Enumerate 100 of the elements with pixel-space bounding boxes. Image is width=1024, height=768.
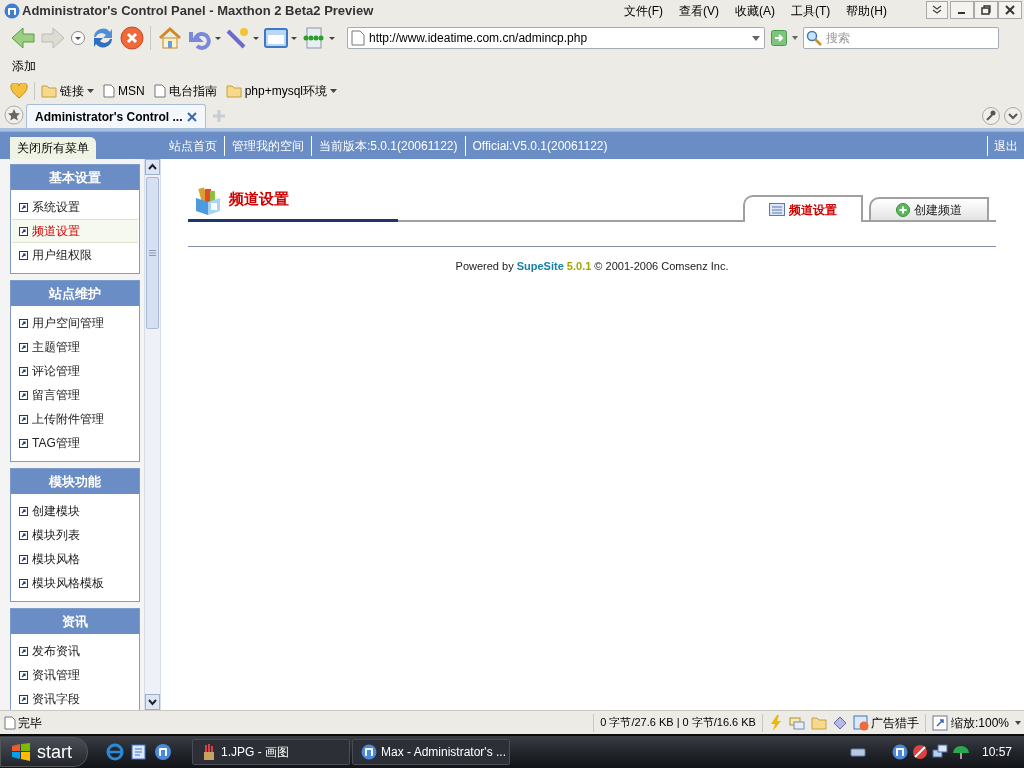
zoom-icon bbox=[931, 714, 948, 731]
folder-icon bbox=[225, 84, 242, 98]
content-tab[interactable]: 创建频道 bbox=[869, 197, 989, 222]
browser-e-icon[interactable] bbox=[106, 743, 124, 761]
home-icon[interactable] bbox=[157, 26, 183, 50]
sidebar-item[interactable]: 主题管理 bbox=[12, 335, 138, 359]
plus-circle-icon bbox=[896, 202, 910, 217]
caret-icon[interactable] bbox=[751, 33, 761, 43]
link-arrow-icon bbox=[19, 366, 28, 376]
caret-icon bbox=[330, 88, 338, 94]
address-field[interactable]: http://www.ideatime.com.cn/admincp.php bbox=[347, 27, 765, 49]
stop-icon[interactable] bbox=[120, 26, 144, 50]
blocked-icon[interactable] bbox=[911, 744, 928, 760]
ad-hunter-button[interactable]: 广告猎手 bbox=[852, 713, 919, 732]
search-field[interactable]: 搜索 bbox=[803, 27, 999, 49]
link-arrow-icon bbox=[19, 530, 28, 540]
scroll-down-icon[interactable] bbox=[145, 694, 160, 710]
caret-icon[interactable] bbox=[791, 34, 799, 42]
list-icon bbox=[769, 203, 785, 216]
windows-logo-icon bbox=[11, 743, 31, 761]
scroll-up-icon[interactable] bbox=[145, 159, 160, 175]
scrollbar[interactable] bbox=[144, 159, 161, 710]
link-arrow-icon bbox=[19, 694, 28, 704]
window-title: Administrator's Control Panel - Maxthon 2 Beta2 Preview bbox=[22, 2, 374, 21]
browser-tab[interactable]: Administrator's Control ... bbox=[26, 104, 206, 128]
sidebar-item[interactable]: 评论管理 bbox=[12, 359, 138, 383]
close-all-menus-tab[interactable]: 关闭所有菜单 bbox=[10, 137, 96, 159]
traffic-text: 0 字节/27.6 KB | 0 字节/16.6 KB bbox=[600, 715, 756, 731]
link-arrow-icon bbox=[19, 414, 28, 424]
restore-icon[interactable] bbox=[974, 1, 998, 19]
menu-item[interactable]: 查看(V) bbox=[678, 2, 720, 20]
sidebar-item[interactable]: 用户组权限 bbox=[12, 243, 138, 267]
window-icon[interactable] bbox=[263, 26, 297, 50]
add-button[interactable]: 添加 bbox=[12, 57, 36, 75]
link-arrow-icon bbox=[19, 250, 28, 260]
start-button[interactable]: start bbox=[0, 737, 88, 767]
sidebar-item[interactable]: 模块风格模板 bbox=[12, 571, 138, 595]
search-icon bbox=[806, 30, 822, 46]
sidebar-item[interactable]: 模块风格 bbox=[12, 547, 138, 571]
paint-brushes-icon bbox=[201, 743, 217, 761]
sidebar-item[interactable]: 模块列表 bbox=[12, 523, 138, 547]
close-icon[interactable] bbox=[998, 1, 1022, 19]
network-computers-icon[interactable] bbox=[931, 744, 948, 760]
page-icon bbox=[351, 30, 365, 46]
link-arrow-icon bbox=[19, 554, 28, 564]
sidebar-item[interactable]: 频道设置 bbox=[12, 219, 138, 243]
taskbar-button[interactable]: Max - Administrator's ... bbox=[352, 739, 510, 765]
minimize-icon[interactable] bbox=[950, 1, 974, 19]
page-icon bbox=[4, 715, 16, 730]
umbrella-icon[interactable] bbox=[951, 744, 970, 760]
sidebar-item[interactable]: 创建模块 bbox=[12, 499, 138, 523]
bookmark-item[interactable]: 电台指南 bbox=[153, 82, 217, 100]
sidebar-item[interactable]: 资讯管理 bbox=[12, 663, 138, 687]
bookmark-item[interactable]: 链接 bbox=[41, 82, 94, 100]
page-heading: 频道设置 bbox=[229, 188, 289, 209]
sidebar-item[interactable]: 发布资讯 bbox=[12, 639, 138, 663]
app-logo-icon[interactable] bbox=[154, 743, 172, 761]
bookmark-item[interactable]: MSN bbox=[103, 82, 145, 100]
magic-wand-icon[interactable] bbox=[225, 26, 259, 50]
link-arrow-icon bbox=[19, 506, 28, 516]
link-arrow-icon bbox=[19, 646, 28, 656]
caret-icon bbox=[87, 88, 94, 94]
diamond-icon[interactable] bbox=[832, 715, 847, 730]
taskbar-button[interactable]: 1.JPG - 画图 bbox=[192, 739, 350, 765]
scrollbar-thumb[interactable] bbox=[146, 177, 159, 329]
chevron-down-icon[interactable] bbox=[1004, 107, 1022, 125]
folder-icon bbox=[41, 84, 57, 98]
link-arrow-icon bbox=[19, 578, 28, 588]
expand-icon[interactable] bbox=[926, 1, 948, 19]
page-icon bbox=[153, 84, 166, 98]
content-tab[interactable]: 频道设置 bbox=[743, 195, 863, 222]
sidebar-item[interactable]: 留言管理 bbox=[12, 383, 138, 407]
wrench-icon[interactable] bbox=[982, 107, 1000, 125]
app-logo-icon bbox=[4, 3, 20, 19]
app-logo-icon bbox=[361, 744, 377, 760]
close-icon[interactable] bbox=[187, 111, 197, 122]
bookmark-item[interactable]: php+mysql环境 bbox=[225, 82, 338, 100]
link-arrow-icon bbox=[19, 202, 28, 212]
menu-item[interactable]: 帮助(H) bbox=[845, 2, 888, 20]
sidebar-item[interactable]: TAG管理 bbox=[12, 431, 138, 455]
clock-text: 10:57 bbox=[981, 744, 1012, 761]
sidebar-item[interactable]: 系统设置 bbox=[12, 195, 138, 219]
doc-edit-icon[interactable] bbox=[130, 743, 148, 761]
sidebar-item[interactable]: 上传附件管理 bbox=[12, 407, 138, 431]
status-text: 完毕 bbox=[18, 714, 42, 732]
footer-text: Powered by SupeSite 5.0.1 © 2001-2006 Comsenz Inc. bbox=[454, 259, 730, 274]
go-icon[interactable] bbox=[771, 30, 787, 46]
sidebar-item[interactable]: 资讯字段 bbox=[12, 687, 138, 710]
app-logo-icon[interactable] bbox=[891, 744, 908, 760]
grip-icon bbox=[149, 250, 156, 256]
sidebar-item[interactable]: 用户空间管理 bbox=[12, 311, 138, 335]
page-icon bbox=[103, 84, 115, 98]
link-arrow-icon bbox=[19, 342, 28, 352]
menu-item[interactable]: 文件(F) bbox=[622, 2, 664, 20]
menu-item[interactable]: 工具(T) bbox=[790, 2, 832, 20]
caret-icon bbox=[1014, 718, 1022, 727]
dropdown-icon[interactable] bbox=[70, 30, 86, 46]
menu-item[interactable]: 收藏(A) bbox=[734, 2, 776, 20]
link-arrow-icon bbox=[19, 390, 28, 400]
zoom-control[interactable]: 缩放:100% bbox=[931, 713, 1022, 732]
